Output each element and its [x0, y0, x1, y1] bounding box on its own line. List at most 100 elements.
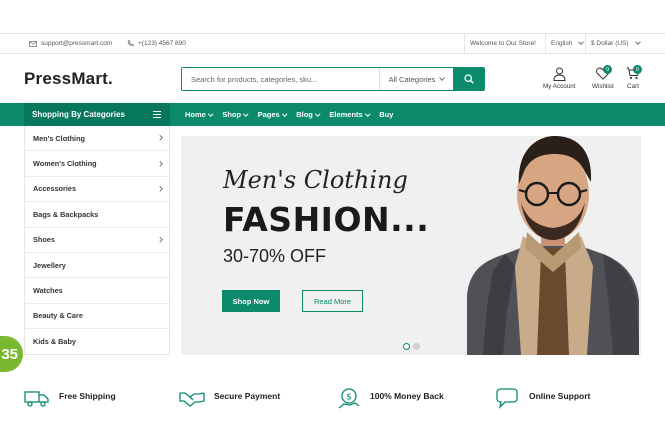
- sidebar-item-label: Men's Clothing: [33, 133, 85, 143]
- menu-label: Blog: [296, 110, 313, 119]
- sidebar-item-accessories[interactable]: Accessories: [25, 177, 169, 203]
- divider: [545, 34, 546, 53]
- menu-item-home[interactable]: Home: [185, 110, 214, 119]
- email-contact[interactable]: support@pressmart.com: [29, 34, 112, 53]
- welcome-text: Welcome to Our Store!: [470, 40, 536, 47]
- handshake-icon: [179, 392, 205, 407]
- hero-banner: Men's Clothing FASHION... 30-70% OFF Sho…: [181, 136, 641, 355]
- menu-item-blog[interactable]: Blog: [296, 110, 321, 119]
- my-account-link[interactable]: My Account: [543, 67, 576, 90]
- language-dropdown[interactable]: English: [551, 34, 585, 53]
- sidebar-item-womens-clothing[interactable]: Women's Clothing: [25, 151, 169, 177]
- menu-item-shop[interactable]: Shop: [222, 110, 249, 119]
- slider-dot[interactable]: [413, 343, 420, 350]
- feature-money-back: $ 100% Money Back: [337, 388, 444, 410]
- hero-discount: 30-70% OFF: [223, 246, 327, 266]
- menu-label: Shop: [222, 110, 242, 119]
- account-label: My Account: [543, 83, 576, 90]
- feature-subtitle: [214, 405, 280, 410]
- feature-text: Online Support: [529, 388, 590, 410]
- feature-subtitle: [529, 405, 590, 410]
- hero-title: FASHION...: [223, 200, 430, 239]
- sidebar-item-beauty-care[interactable]: Beauty & Care: [25, 304, 169, 330]
- cart-link[interactable]: 0 Cart: [626, 65, 642, 90]
- chevron-down-icon: [439, 74, 446, 81]
- phone-contact[interactable]: +(123) 4567 890: [127, 34, 186, 53]
- feature-online-support: Online Support: [494, 388, 590, 410]
- sidebar-item-label: Accessories: [33, 184, 77, 194]
- sidebar-item-jewellery[interactable]: Jewellery: [25, 253, 169, 279]
- feature-text: Free Shipping: [59, 388, 116, 410]
- sidebar-item-kids-baby[interactable]: Kids & Baby: [25, 329, 169, 354]
- chevron-right-icon: [156, 237, 162, 243]
- hero-script-title: Men's Clothing: [223, 166, 408, 194]
- search-icon: [463, 74, 474, 84]
- search-input[interactable]: [182, 68, 379, 90]
- language-label: English: [551, 40, 573, 47]
- shop-now-button[interactable]: Shop Now: [222, 290, 280, 312]
- hero-model-image: [467, 136, 639, 355]
- menu-item-elements[interactable]: Elements: [329, 110, 370, 119]
- category-select-label: All Categories: [388, 74, 436, 84]
- sidebar-item-label: Women's Clothing: [33, 159, 97, 169]
- email-text: support@pressmart.com: [41, 40, 113, 47]
- feature-free-shipping: Free Shipping: [24, 388, 116, 410]
- sidebar-item-label: Bags & Backpacks: [33, 209, 99, 219]
- chevron-down-icon: [281, 111, 287, 116]
- search-button[interactable]: [453, 68, 484, 90]
- site-logo[interactable]: PressMart.: [24, 69, 113, 89]
- menu-label: Buy: [379, 110, 394, 119]
- truck-icon: [24, 391, 49, 407]
- wishlist-label: Wishlist: [592, 83, 614, 90]
- chevron-right-icon: [156, 135, 162, 141]
- money-back-icon: $: [338, 388, 360, 409]
- sidebar-item-label: Kids & Baby: [33, 337, 76, 347]
- feature-title: Free Shipping: [59, 391, 116, 401]
- feature-title: Online Support: [529, 391, 591, 401]
- feature-subtitle: [59, 405, 116, 410]
- sidebar-item-label: Watches: [33, 286, 63, 296]
- feature-text: 100% Money Back: [370, 388, 444, 410]
- categories-label: Shopping By Categories: [32, 110, 125, 119]
- currency-dropdown[interactable]: $ Dollar (US): [591, 34, 641, 53]
- menu-label: Pages: [257, 110, 280, 119]
- main-navbar: Shopping By Categories Home Shop Pages B…: [0, 103, 665, 126]
- feature-subtitle: [370, 405, 444, 410]
- phone-text: +(123) 4567 890: [138, 40, 186, 47]
- chevron-down-icon: [365, 111, 370, 116]
- sidebar-item-bags-backpacks[interactable]: Bags & Backpacks: [25, 202, 169, 228]
- slider-dot-active[interactable]: [403, 343, 410, 350]
- sidebar-item-watches[interactable]: Watches: [25, 278, 169, 304]
- sidebar-item-shoes[interactable]: Shoes: [25, 228, 169, 253]
- sidebar-item-mens-clothing[interactable]: Men's Clothing: [25, 126, 169, 152]
- shop-by-categories-button[interactable]: Shopping By Categories: [24, 103, 170, 126]
- chevron-down-icon: [243, 111, 249, 116]
- sidebar-item-label: Jewellery: [33, 260, 66, 270]
- floating-counter-badge[interactable]: 35: [0, 336, 23, 372]
- chevron-down-icon: [634, 39, 641, 45]
- chevron-down-icon: [578, 39, 585, 45]
- cart-count-badge: 0: [633, 65, 642, 74]
- category-select[interactable]: All Categories: [379, 68, 453, 90]
- menu-label: Home: [185, 110, 206, 119]
- cart-label: Cart: [627, 83, 639, 90]
- wishlist-link[interactable]: 0 Wishlist: [592, 65, 614, 90]
- chevron-right-icon: [156, 161, 162, 167]
- read-more-button[interactable]: Read More: [302, 290, 363, 312]
- user-icon: [553, 67, 566, 81]
- divider: [585, 34, 586, 53]
- main-menu: Home Shop Pages Blog Elements Buy: [185, 103, 393, 126]
- chevron-right-icon: [156, 186, 162, 192]
- svg-text:$: $: [346, 393, 352, 403]
- search-bar: All Categories: [181, 67, 485, 91]
- feature-text: Secure Payment: [214, 388, 280, 410]
- menu-item-buy[interactable]: Buy: [379, 110, 393, 119]
- divider: [464, 34, 465, 53]
- category-sidebar: Men's Clothing Women's Clothing Accessor…: [24, 126, 170, 355]
- wishlist-count-badge: 0: [603, 65, 612, 74]
- top-bar: support@pressmart.com +(123) 4567 890 We…: [0, 33, 665, 54]
- chevron-down-icon: [208, 111, 214, 116]
- menu-item-pages[interactable]: Pages: [258, 110, 287, 119]
- sidebar-item-label: Shoes: [33, 235, 55, 245]
- phone-icon: [127, 40, 134, 47]
